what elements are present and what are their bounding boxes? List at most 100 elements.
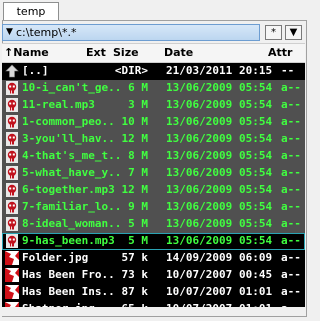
file-size: 6 M — [128, 81, 148, 94]
file-name: 3-you'll_hav.. — [22, 132, 115, 145]
file-date: 21/03/2011 — [166, 64, 233, 77]
tab-temp[interactable]: temp — [3, 2, 59, 21]
file-size: 12 M — [121, 132, 149, 145]
file-time: 05:54 — [239, 234, 273, 247]
file-date: 13/06/2009 — [166, 98, 233, 111]
header-date[interactable]: Date — [164, 46, 193, 59]
file-date: 14/09/2009 — [166, 251, 233, 264]
file-row[interactable]: 3-you'll_hav.. 12 M 13/06/2009 05:54 a-- — [2, 131, 305, 148]
mp3-icon — [5, 166, 19, 180]
file-size: 9 M — [128, 200, 148, 213]
file-attr: a-- — [281, 115, 301, 128]
file-row[interactable]: Has Been Ins.. 87 k 10/07/2007 01:01 a-- — [2, 284, 305, 301]
file-time: 20:15 — [239, 64, 273, 77]
file-name: 9-has_been.mp3 — [22, 234, 115, 247]
file-row[interactable]: 10-i_can't_ge.. 6 M 13/06/2009 05:54 a-- — [2, 80, 305, 97]
file-row[interactable]: 11-real.mp3 3 M 13/06/2009 05:54 a-- — [2, 97, 305, 114]
file-attr: -- — [281, 64, 295, 77]
file-date: 10/07/2007 — [166, 268, 233, 281]
file-time: 05:54 — [239, 149, 273, 162]
file-attr: a-- — [281, 183, 301, 196]
file-row[interactable]: 5-what_have_y.. 7 M 13/06/2009 05:54 a-- — [2, 165, 305, 182]
file-date: 13/06/2009 — [166, 115, 233, 128]
header-attr[interactable]: Attr — [268, 46, 292, 59]
file-attr: a-- — [281, 98, 301, 111]
file-list[interactable]: [..] <DIR> 21/03/2011 20:15 -- 10-i_can't_ge.… — [2, 63, 305, 316]
tab-bar: temp — [0, 0, 309, 21]
file-date: 13/06/2009 — [166, 81, 233, 94]
mp3-icon — [5, 217, 19, 231]
path-field[interactable]: ▼ c:\temp\*.* — [2, 24, 260, 41]
file-time: 05:54 — [239, 98, 273, 111]
image-icon — [5, 285, 19, 299]
file-size: 5 M — [128, 217, 148, 230]
file-size: 10 M — [121, 115, 149, 128]
parent-folder-icon — [5, 64, 19, 78]
file-row[interactable]: [..] <DIR> 21/03/2011 20:15 -- — [2, 63, 305, 80]
file-attr: a-- — [281, 200, 301, 213]
header-name[interactable]: ↑Name — [4, 46, 49, 59]
path-bar: ▼ c:\temp\*.* * ▼ — [2, 24, 305, 41]
filter-star-button[interactable]: * — [265, 25, 282, 40]
file-size: 8 M — [128, 149, 148, 162]
file-row[interactable]: 9-has_been.mp3 5 M 13/06/2009 05:54 a-- — [2, 233, 305, 250]
file-name: Has Been Fro.. — [22, 268, 115, 281]
header-size[interactable]: Size — [113, 46, 139, 59]
file-time: 05:54 — [239, 217, 273, 230]
file-date: 13/06/2009 — [166, 183, 233, 196]
image-icon — [5, 268, 19, 282]
column-header: ↑Name Ext Size Date Attr — [2, 43, 305, 63]
file-size: 5 M — [128, 234, 148, 247]
mp3-icon — [5, 183, 19, 197]
file-row[interactable]: Has Been Fro.. 73 k 10/07/2007 00:45 a-- — [2, 267, 305, 284]
file-row[interactable]: 4-that's_me_t.. 8 M 13/06/2009 05:54 a-- — [2, 148, 305, 165]
file-row[interactable]: Folder.jpg 57 k 14/09/2009 06:09 a-- — [2, 250, 305, 267]
mp3-icon — [5, 132, 19, 146]
file-name: 6-together.mp3 — [22, 183, 115, 196]
mp3-icon — [5, 234, 19, 248]
file-size: 87 k — [121, 285, 149, 298]
file-date: 13/06/2009 — [166, 200, 233, 213]
file-time: 06:09 — [239, 251, 273, 264]
path-text: c:\temp\*.* — [16, 26, 77, 39]
file-name: Has Been Ins.. — [22, 285, 115, 298]
file-attr: a-- — [281, 268, 301, 281]
file-row[interactable]: 6-together.mp3 12 M 13/06/2009 05:54 a-- — [2, 182, 305, 199]
file-time: 05:54 — [239, 115, 273, 128]
header-ext[interactable]: Ext — [86, 46, 106, 59]
file-name: 1-common_peo.. — [22, 115, 115, 128]
file-name: 11-real.mp3 — [22, 98, 95, 111]
file-attr: a-- — [281, 132, 301, 145]
file-size: 12 M — [121, 183, 149, 196]
file-size: 73 k — [121, 268, 149, 281]
file-date: 13/06/2009 — [166, 132, 233, 145]
file-date: 13/06/2009 — [166, 217, 233, 230]
file-attr: a-- — [281, 217, 301, 230]
file-size: 7 M — [128, 166, 148, 179]
file-size: 57 k — [121, 251, 149, 264]
file-attr: a-- — [281, 149, 301, 162]
file-time: 01:01 — [239, 285, 273, 298]
file-row[interactable]: 1-common_peo.. 10 M 13/06/2009 05:54 a-- — [2, 114, 305, 131]
file-attr: a-- — [281, 285, 301, 298]
image-icon — [5, 251, 19, 265]
file-row[interactable]: 8-ideal_woman.. 5 M 13/06/2009 05:54 a-- — [2, 216, 305, 233]
file-size: <DIR> — [114, 64, 148, 77]
file-size: 3 M — [128, 98, 148, 111]
file-date: 13/06/2009 — [166, 149, 233, 162]
file-time: 00:45 — [239, 268, 273, 281]
file-date: 13/06/2009 — [166, 166, 233, 179]
mp3-icon — [5, 115, 19, 129]
file-name: [..] — [22, 64, 49, 77]
mp3-icon — [5, 81, 19, 95]
file-attr: a-- — [281, 251, 301, 264]
mp3-icon — [5, 149, 19, 163]
mp3-icon — [5, 200, 19, 214]
file-row[interactable]: 7-familiar_lo.. 9 M 13/06/2009 05:54 a-- — [2, 199, 305, 216]
path-dropdown-icon[interactable]: ▼ — [6, 25, 13, 40]
file-time: 05:54 — [239, 166, 273, 179]
file-date: 10/07/2007 — [166, 285, 233, 298]
history-dropdown-button[interactable]: ▼ — [285, 25, 302, 40]
file-date: 13/06/2009 — [166, 234, 233, 247]
mp3-icon — [5, 98, 19, 112]
